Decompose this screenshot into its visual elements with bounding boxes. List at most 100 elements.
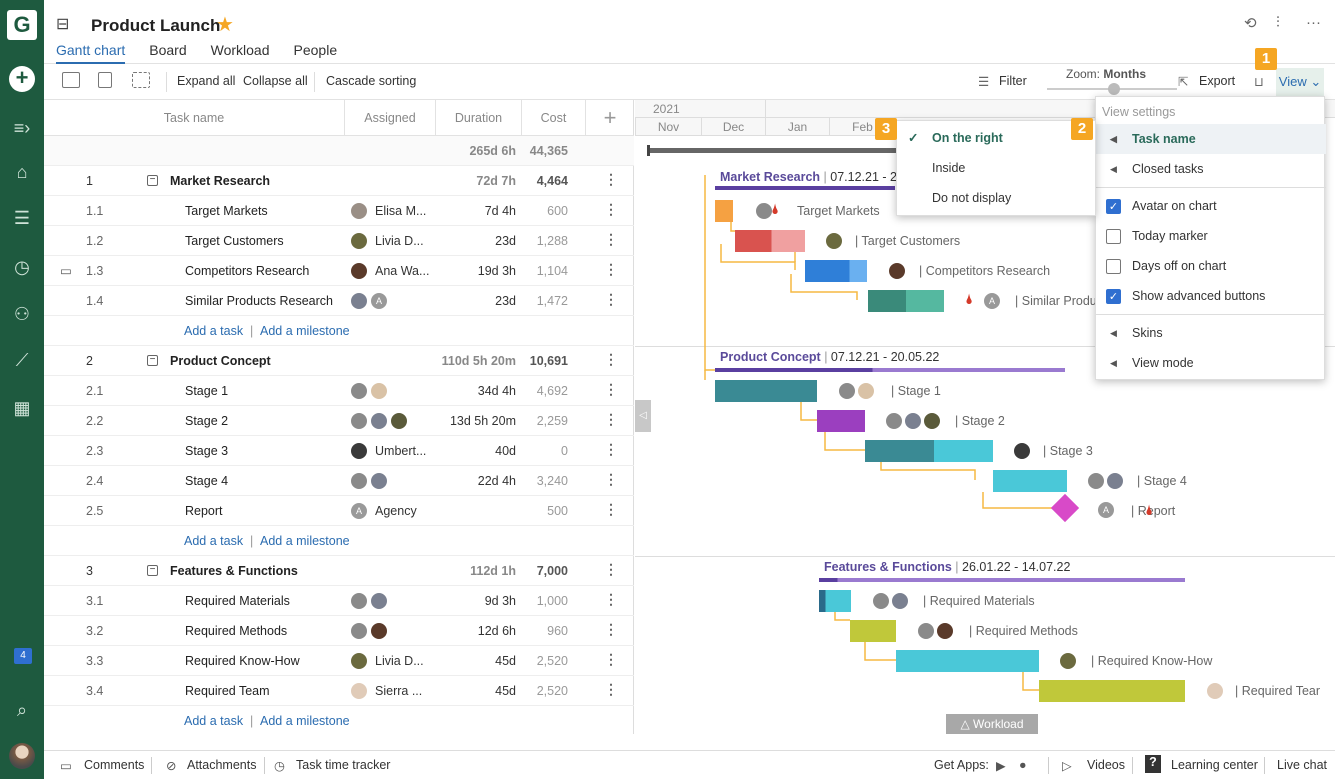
add-icon[interactable]: + bbox=[9, 66, 35, 92]
col-assigned[interactable]: Assigned bbox=[345, 100, 436, 136]
comments-icon[interactable]: ▭ bbox=[60, 758, 72, 773]
group-bar[interactable] bbox=[819, 578, 1185, 582]
videos-button[interactable]: Videos bbox=[1087, 758, 1125, 772]
task-bar[interactable] bbox=[868, 290, 944, 312]
row-menu-icon[interactable]: ⋮ bbox=[604, 201, 618, 218]
collapse-all-button[interactable]: Collapse all bbox=[243, 74, 308, 88]
checkbox-checked-icon[interactable]: ✓ bbox=[1106, 289, 1121, 304]
row-menu-icon[interactable]: ⋮ bbox=[604, 651, 618, 668]
search-icon[interactable]: ⌕ bbox=[10, 698, 34, 722]
closed-tasks-menu-item[interactable]: ◀ Closed tasks bbox=[1096, 154, 1326, 184]
inside-option[interactable]: Inside bbox=[897, 153, 1097, 183]
add-milestone-link[interactable]: Add a milestone bbox=[260, 324, 350, 338]
clock-icon[interactable]: ◷ bbox=[10, 255, 34, 279]
collapse-icon[interactable]: − bbox=[147, 175, 158, 186]
add-task-link[interactable]: Add a task bbox=[184, 714, 243, 728]
checkbox-checked-icon[interactable]: ✓ bbox=[1106, 199, 1121, 214]
task-name[interactable]: Stage 2 bbox=[185, 414, 228, 428]
add-task-link[interactable]: Add a task bbox=[184, 324, 243, 338]
cascade-sorting-button[interactable]: Cascade sorting bbox=[326, 74, 416, 88]
row-menu-icon[interactable]: ⋮ bbox=[604, 411, 618, 428]
task-name[interactable]: Stage 3 bbox=[185, 444, 228, 458]
row-menu-icon[interactable]: ⋮ bbox=[604, 171, 618, 188]
group-bar[interactable] bbox=[715, 186, 895, 190]
view-mode-menu-item[interactable]: ◀ View mode bbox=[1096, 348, 1326, 378]
task-bar[interactable] bbox=[819, 590, 851, 612]
collapse-icon[interactable]: − bbox=[147, 355, 158, 366]
row-menu-icon[interactable]: ⋮ bbox=[604, 291, 618, 308]
task-view-icon[interactable] bbox=[62, 72, 80, 88]
avatar-on-chart-option[interactable]: ✓ Avatar on chart bbox=[1096, 191, 1326, 221]
zoom-slider-handle[interactable] bbox=[1108, 83, 1120, 95]
user-avatar[interactable] bbox=[9, 743, 35, 769]
task-name[interactable]: Required Methods bbox=[185, 624, 287, 638]
baseline-icon[interactable]: ⊔ bbox=[1254, 74, 1264, 89]
do-not-display-option[interactable]: Do not display bbox=[897, 183, 1097, 213]
task-row[interactable]: 1.1 Target Markets Elisa M... 7d 4h 600 … bbox=[44, 196, 634, 226]
google-play-icon[interactable]: ▶ bbox=[996, 758, 1006, 773]
row-menu-icon[interactable]: ⋮ bbox=[604, 261, 618, 278]
group-row[interactable]: 2 − Product Concept 110d 5h 20m 10,691 ⋮ bbox=[44, 346, 634, 376]
task-bar[interactable] bbox=[896, 650, 1039, 672]
task-row[interactable]: 2.3 Stage 3 Umbert... 40d 0 ⋮ bbox=[44, 436, 634, 466]
expand-all-button[interactable]: Expand all bbox=[177, 74, 235, 88]
history-icon[interactable]: ⟲ bbox=[1244, 14, 1257, 32]
col-duration[interactable]: Duration bbox=[436, 100, 522, 136]
task-bar[interactable] bbox=[817, 410, 865, 432]
col-task-name[interactable]: Task name bbox=[44, 100, 345, 136]
logo-icon[interactable]: G bbox=[7, 10, 37, 40]
tab-gantt-chart[interactable]: Gantt chart bbox=[56, 42, 126, 64]
on-the-right-option[interactable]: ✓ On the right bbox=[897, 123, 1097, 153]
task-row[interactable]: 3.4 Required Team Sierra ... 45d 2,520 ⋮ bbox=[44, 676, 634, 706]
row-menu-icon[interactable]: ⋮ bbox=[604, 381, 618, 398]
checkbox-icon[interactable] bbox=[1106, 229, 1121, 244]
group-row[interactable]: 1 − Market Research 72d 7h 4,464 ⋮ bbox=[44, 166, 634, 196]
task-row[interactable]: 1.4 Similar Products Research A 23d 1,47… bbox=[44, 286, 634, 316]
calendar-icon[interactable] bbox=[98, 72, 112, 88]
col-cost[interactable]: Cost bbox=[522, 100, 586, 136]
task-row[interactable]: 2.2 Stage 2 13d 5h 20m 2,259 ⋮ bbox=[44, 406, 634, 436]
task-bar[interactable] bbox=[993, 470, 1067, 492]
projects-icon[interactable]: ☰ bbox=[10, 206, 34, 230]
add-column-button[interactable]: + bbox=[586, 100, 634, 136]
task-bar[interactable] bbox=[715, 380, 817, 402]
task-row[interactable]: 2.1 Stage 1 34d 4h 4,692 ⋮ bbox=[44, 376, 634, 406]
help-icon[interactable]: ? bbox=[1145, 755, 1161, 773]
task-row[interactable]: ▭ 1.3 Competitors Research Ana Wa... 19d… bbox=[44, 256, 634, 286]
task-row[interactable]: 2.5 Report A Agency 500 ⋮ bbox=[44, 496, 634, 526]
advanced-buttons-option[interactable]: ✓ Show advanced buttons bbox=[1096, 281, 1326, 311]
task-bar[interactable] bbox=[865, 440, 993, 462]
row-menu-icon[interactable]: ⋮ bbox=[604, 561, 618, 578]
row-menu-icon[interactable]: ⋮ bbox=[604, 591, 618, 608]
row-menu-icon[interactable]: ⋮ bbox=[604, 441, 618, 458]
export-icon[interactable]: ⇱ bbox=[1178, 74, 1188, 89]
time-tracker-button[interactable]: Task time tracker bbox=[296, 758, 390, 772]
group-name[interactable]: Market Research bbox=[170, 174, 270, 188]
row-menu-icon[interactable]: ⋮ bbox=[604, 501, 618, 518]
video-icon[interactable]: ▷ bbox=[1062, 758, 1072, 773]
group-name[interactable]: Product Concept bbox=[170, 354, 271, 368]
row-menu-icon[interactable]: ⋮ bbox=[604, 681, 618, 698]
task-name[interactable]: Stage 1 bbox=[185, 384, 228, 398]
task-bar[interactable] bbox=[715, 200, 733, 222]
learning-center-button[interactable]: Learning center bbox=[1171, 758, 1258, 772]
task-name[interactable]: Competitors Research bbox=[185, 264, 309, 278]
settings-sliders-icon[interactable]: ⫶ bbox=[1276, 14, 1280, 31]
task-bar[interactable] bbox=[735, 230, 805, 252]
attachment-icon[interactable]: ⊘ bbox=[166, 758, 176, 773]
row-menu-icon[interactable]: ⋮ bbox=[604, 621, 618, 638]
row-menu-icon[interactable]: ⋮ bbox=[604, 351, 618, 368]
task-name-menu-item[interactable]: ◀ Task name bbox=[1096, 124, 1326, 154]
task-name[interactable]: Required Materials bbox=[185, 594, 290, 608]
task-name[interactable]: Similar Products Research bbox=[185, 294, 333, 308]
analytics-icon[interactable]: ⟋ bbox=[10, 348, 34, 372]
home-icon[interactable]: ⌂ bbox=[10, 160, 34, 184]
task-row[interactable]: 3.2 Required Methods 12d 6h 960 ⋮ bbox=[44, 616, 634, 646]
row-menu-icon[interactable]: ⋮ bbox=[604, 471, 618, 488]
task-row[interactable]: 1.2 Target Customers Livia D... 23d 1,28… bbox=[44, 226, 634, 256]
today-marker-option[interactable]: Today marker bbox=[1096, 221, 1326, 251]
people-icon[interactable]: ⚇ bbox=[10, 302, 34, 326]
add-task-link[interactable]: Add a task bbox=[184, 534, 243, 548]
export-button[interactable]: Export bbox=[1199, 74, 1235, 88]
row-menu-icon[interactable]: ⋮ bbox=[604, 231, 618, 248]
